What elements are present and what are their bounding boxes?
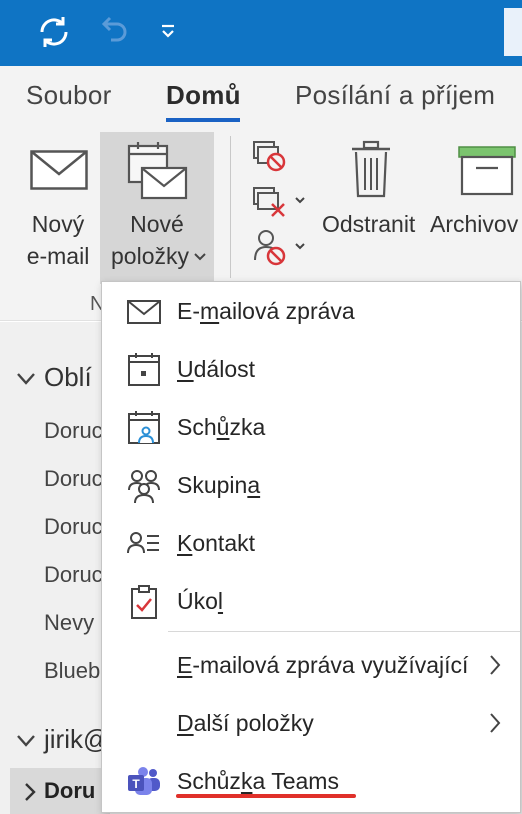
tab-home[interactable]: Domů xyxy=(166,80,241,111)
ignore-icon[interactable] xyxy=(252,140,290,174)
menu-item-task[interactable]: Úkol xyxy=(102,574,520,630)
menu-item-event[interactable]: Událost xyxy=(102,342,520,398)
delete-label: Odstranit xyxy=(322,211,416,237)
menu-item-group[interactable]: Skupina xyxy=(102,458,520,514)
folder-item[interactable]: Nevy xyxy=(44,610,94,636)
chevron-down-icon[interactable] xyxy=(16,372,36,386)
delete-button[interactable]: Odstranit xyxy=(318,124,426,284)
search-box[interactable] xyxy=(504,8,522,56)
tab-send-receive[interactable]: Posílání a příjem xyxy=(295,80,495,111)
selected-folder[interactable]: Doru xyxy=(44,778,95,804)
menu-item-label: Další položky xyxy=(177,710,314,736)
group-icon xyxy=(128,470,160,504)
new-items-label-1: Nové xyxy=(130,211,184,237)
title-bar xyxy=(0,0,522,66)
ribbon-tabs: Soubor Domů Posílání a příjem xyxy=(0,66,522,124)
archive-button[interactable]: Archivov xyxy=(428,124,522,284)
new-items-icon xyxy=(127,142,188,200)
archive-icon xyxy=(458,146,516,196)
contact-icon xyxy=(127,532,159,554)
menu-item-label: Schůzka Teams xyxy=(177,768,339,794)
menu-item-email-using[interactable]: E-mailová zpráva využívající xyxy=(102,638,520,694)
archive-label: Archivov xyxy=(430,211,519,237)
sync-icon[interactable] xyxy=(32,10,76,54)
new-items-menu: E-mailová zpráva Událost Schůzka Skupina… xyxy=(101,281,521,813)
chevron-right-icon xyxy=(490,713,501,733)
new-items-button[interactable]: Nové položky xyxy=(100,132,214,284)
customize-quick-access-icon[interactable] xyxy=(146,10,190,54)
new-email-label-2: e-mail xyxy=(26,243,90,269)
tab-file[interactable]: Soubor xyxy=(26,80,112,111)
undo-icon[interactable] xyxy=(92,10,136,54)
teams-icon: T xyxy=(128,767,160,795)
chevron-right-icon[interactable] xyxy=(24,782,36,802)
menu-item-contact[interactable]: Kontakt xyxy=(102,516,520,572)
menu-item-label: Úkol xyxy=(177,588,224,614)
mail-icon xyxy=(30,150,88,190)
menu-separator xyxy=(168,631,520,632)
menu-item-meeting[interactable]: Schůzka xyxy=(102,400,520,456)
task-icon xyxy=(131,585,157,619)
account-header[interactable]: jirik@ xyxy=(44,724,109,755)
trash-icon xyxy=(352,140,390,198)
menu-item-more-items[interactable]: Další položky xyxy=(102,696,520,752)
favorites-header[interactable]: Oblí xyxy=(44,362,92,393)
mail-icon xyxy=(127,300,161,324)
chevron-down-icon[interactable] xyxy=(16,734,36,748)
menu-item-label: E-mailová zpráva využívající xyxy=(177,652,469,678)
menu-item-label: Skupina xyxy=(177,472,261,498)
clean-up-icon[interactable] xyxy=(252,186,310,220)
menu-item-label: Kontakt xyxy=(177,530,255,556)
annotation-underline xyxy=(176,794,356,798)
active-tab-indicator xyxy=(166,118,240,122)
chevron-down-icon xyxy=(194,253,206,261)
new-email-button[interactable]: Nový e-mail xyxy=(0,124,100,284)
folder-item[interactable]: Doruc xyxy=(44,466,103,492)
new-email-label-1: Nový xyxy=(31,211,85,237)
folder-item[interactable]: Blueb xyxy=(44,658,100,684)
meeting-icon xyxy=(128,411,160,444)
menu-item-label: E-mailová zpráva xyxy=(177,298,355,324)
folder-item[interactable]: Doruc xyxy=(44,514,103,540)
menu-item-teams-meeting[interactable]: T Schůzka Teams xyxy=(102,754,520,810)
chevron-right-icon xyxy=(490,655,501,675)
junk-icon[interactable] xyxy=(252,228,310,268)
new-items-label-2: položky xyxy=(111,243,189,269)
ribbon-separator xyxy=(230,136,231,278)
menu-item-email[interactable]: E-mailová zpráva xyxy=(102,284,520,340)
menu-item-label: Schůzka xyxy=(177,414,266,440)
calendar-event-icon xyxy=(128,353,160,386)
folder-item[interactable]: Doruc xyxy=(44,418,103,444)
menu-item-label: Událost xyxy=(177,356,255,382)
folder-item[interactable]: Doruc xyxy=(44,562,103,588)
svg-text:T: T xyxy=(132,777,140,791)
